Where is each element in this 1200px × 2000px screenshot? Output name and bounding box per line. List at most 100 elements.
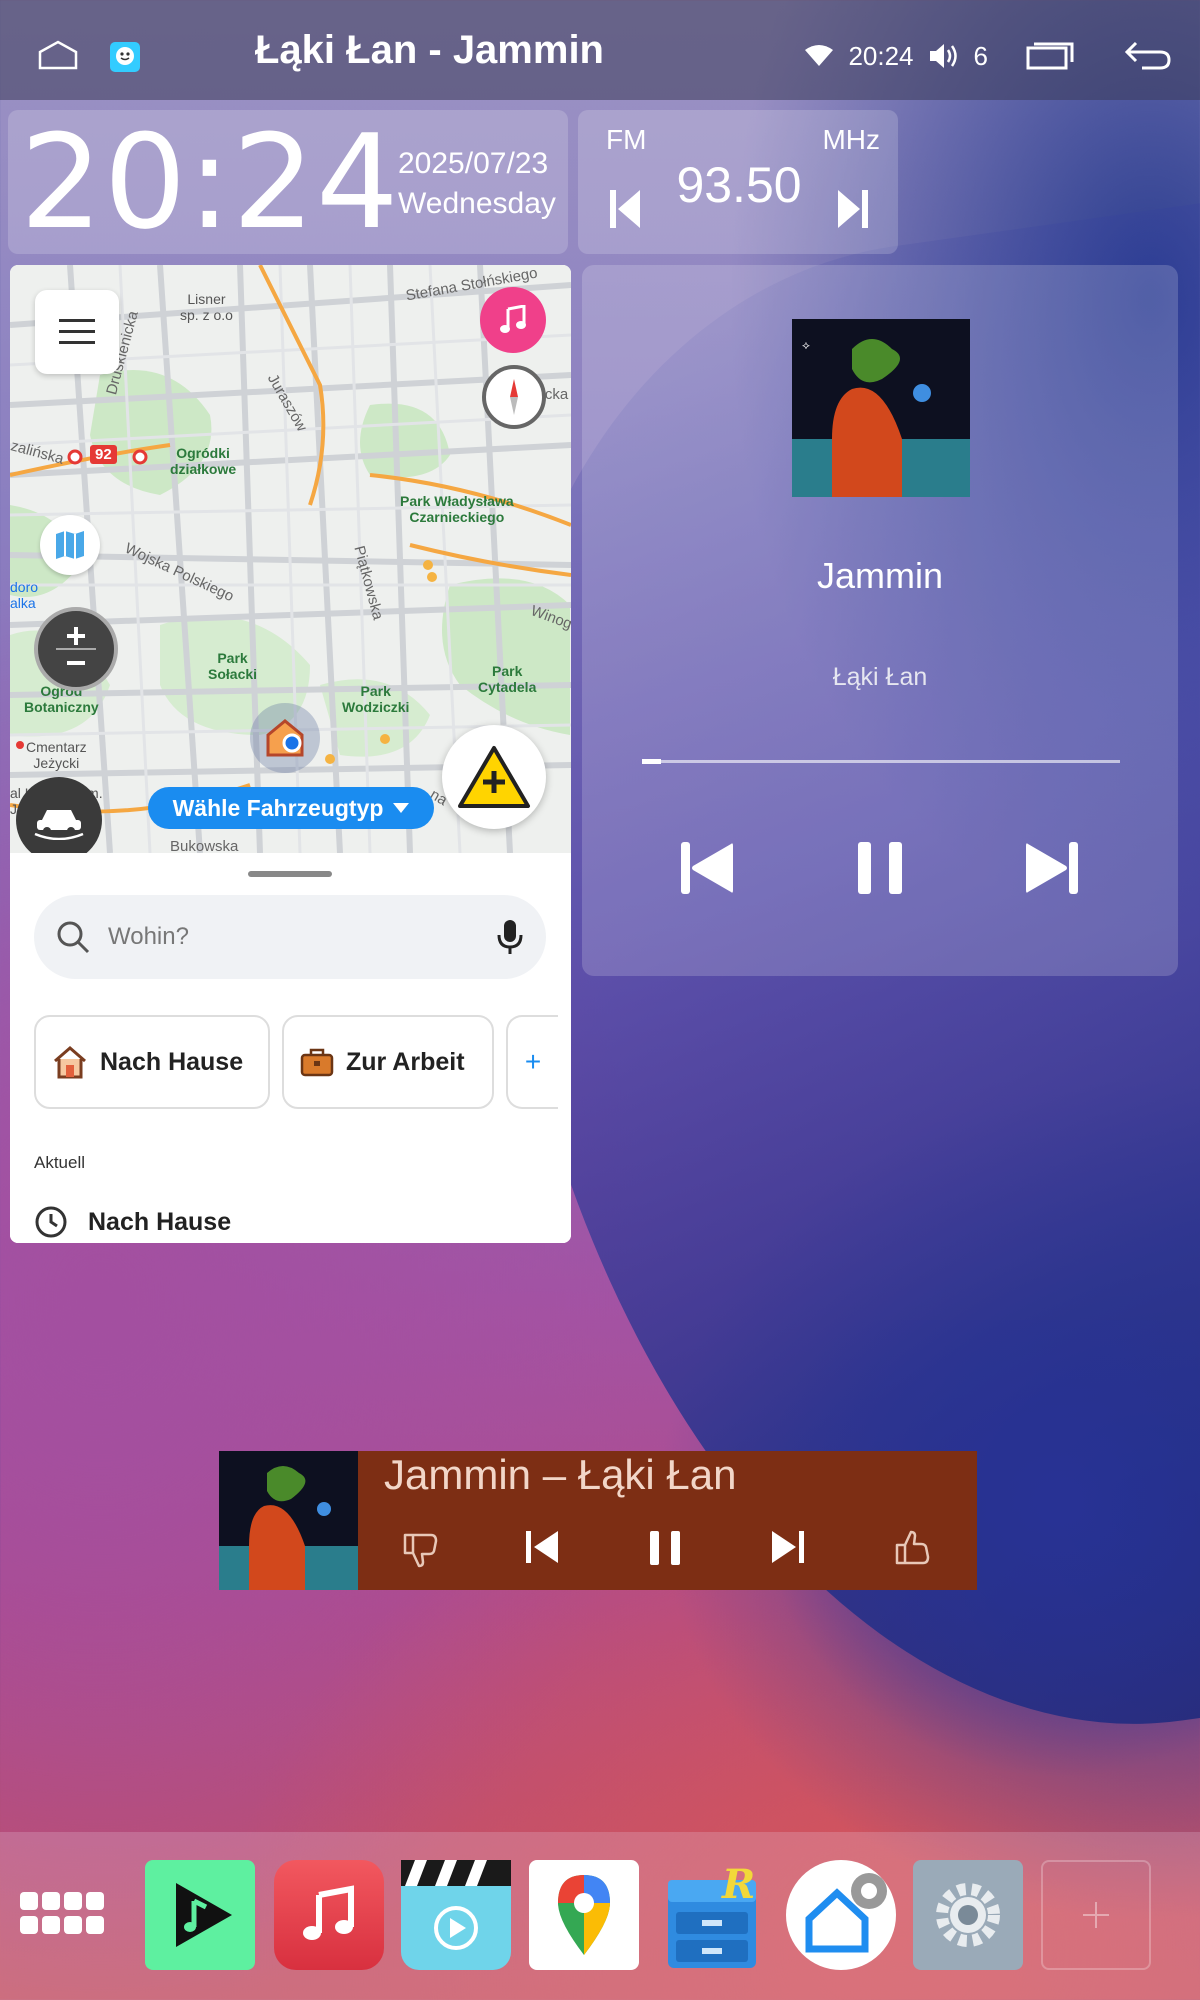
search-icon — [57, 921, 90, 954]
music-note-icon — [500, 305, 526, 333]
map-pin-icon — [558, 1875, 610, 1955]
house-icon — [54, 1046, 86, 1079]
home-icon[interactable] — [38, 40, 78, 70]
chip-add[interactable]: + — [506, 1015, 558, 1109]
svg-text:⟡: ⟡ — [802, 338, 810, 352]
song-title: Jammin — [816, 555, 944, 596]
video-player-app[interactable] — [401, 1860, 511, 1970]
shortcut-chips: Nach Hause Zur Arbeit + — [34, 1015, 558, 1109]
back-icon[interactable] — [1124, 41, 1172, 71]
radio-band: FM — [606, 124, 647, 155]
radio-unit: MHz — [822, 124, 880, 155]
recent-section-label: Aktuell — [34, 1153, 86, 1172]
clock-widget[interactable]: 20:24 2025/07/23 Wednesday — [8, 110, 568, 254]
now-playing-title: Łąki Łan - Jammin — [255, 28, 604, 72]
next-track-icon[interactable] — [1026, 840, 1080, 896]
sheet-handle[interactable] — [248, 871, 332, 877]
music-player-app[interactable] — [145, 1860, 255, 1970]
status-bar: Łąki Łan - Jammin 20:24 6 — [0, 0, 1200, 100]
progress-bar[interactable] — [642, 759, 1120, 764]
status-time: 20:24 — [848, 40, 914, 71]
zoom-control[interactable] — [34, 607, 118, 691]
radio-widget[interactable]: FM MHz 93.50 — [578, 110, 898, 254]
microphone-icon[interactable] — [496, 919, 524, 955]
radio-frequency: 93.50 — [676, 157, 802, 213]
compass-icon[interactable] — [482, 365, 546, 429]
plus-icon — [1083, 1902, 1109, 1928]
map-label-park-cytadela: Park Cytadela — [478, 663, 537, 695]
mini-album-cover — [219, 1451, 358, 1590]
report-hazard-button[interactable] — [442, 725, 546, 829]
waze-icon[interactable] — [110, 42, 140, 72]
chip-zur-arbeit[interactable]: Zur Arbeit — [282, 1015, 494, 1109]
recent-item[interactable]: Nach Hause — [34, 1205, 231, 1239]
mini-player[interactable]: Jammin – Łąki Łan — [219, 1451, 977, 1590]
clock-weekday: Wednesday — [398, 187, 556, 220]
volume-icon[interactable] — [928, 41, 960, 71]
car-icon — [34, 810, 84, 840]
settings-app[interactable] — [913, 1860, 1023, 1970]
radio-next-icon[interactable] — [838, 190, 868, 228]
file-cabinet-icon: R — [668, 1861, 756, 1968]
plus-icon: + — [524, 1046, 542, 1077]
chevron-down-icon — [393, 803, 410, 813]
clapperboard-icon — [401, 1860, 511, 1950]
mini-previous-icon[interactable] — [524, 1529, 560, 1565]
destination-sheet: Wohin? Nach Hause Zur Arbeit + Aktuell N… — [10, 853, 571, 1243]
pause-icon[interactable] — [854, 840, 906, 896]
map-label-ogrodki: Ogródki działkowe — [170, 445, 237, 477]
svg-text:R: R — [721, 1861, 755, 1908]
music-player-widget[interactable]: ⟡ Jammin Łąki Łan — [582, 265, 1178, 976]
volume-level: 6 — [973, 40, 988, 71]
player-controls — [582, 840, 1178, 910]
thumbs-up-icon[interactable] — [893, 1529, 933, 1569]
map-view[interactable]: Lisner sp. z o.o Stefana Stołńskiego Dru… — [10, 265, 571, 853]
waze-panel: Lisner sp. z o.o Stefana Stołńskiego Dru… — [10, 265, 571, 1243]
chip-nach-hause-label: Nach Hause — [100, 1047, 244, 1076]
map-label-cmentarz: Cmentarz Jeżycki — [26, 739, 87, 771]
music-note-icon — [303, 1885, 354, 1940]
chip-nach-hause[interactable]: Nach Hause — [34, 1015, 270, 1109]
mini-pause-icon[interactable] — [647, 1529, 683, 1567]
clock-date-block: 2025/07/23 Wednesday — [398, 144, 556, 224]
map-label-park-solacki: Park Sołacki — [208, 650, 258, 682]
radio-prev-icon[interactable] — [610, 190, 640, 228]
mini-next-icon[interactable] — [770, 1529, 806, 1565]
map-layers-button[interactable] — [40, 515, 100, 575]
apple-music-app[interactable] — [274, 1860, 384, 1970]
map-label-bukowska: Bukowska — [170, 838, 239, 854]
map-label-doro-alka: doro alka — [10, 579, 39, 611]
vehicle-type-label: Wähle Fahrzeugtyp — [172, 794, 384, 821]
root-explorer-app[interactable]: R — [657, 1860, 767, 1970]
google-maps-app[interactable] — [529, 1860, 639, 1970]
home-location-marker[interactable] — [250, 703, 320, 773]
clock-date: 2025/07/23 — [398, 147, 549, 180]
play-note-icon — [176, 1883, 232, 1947]
warning-plus-icon — [458, 746, 530, 808]
music-button[interactable] — [480, 287, 546, 353]
briefcase-icon — [300, 1048, 334, 1077]
wifi-icon — [805, 45, 834, 66]
add-app-slot[interactable] — [1041, 1860, 1151, 1970]
clock-icon — [35, 1206, 67, 1238]
search-bar[interactable]: Wohin? — [34, 895, 546, 979]
vehicle-type-selector[interactable]: Wähle Fahrzeugtyp — [148, 787, 434, 829]
hamburger-icon — [59, 319, 95, 344]
apps-grid-icon[interactable] — [20, 1892, 106, 1938]
route-92-badge: 92 — [90, 445, 117, 464]
thumbs-down-icon[interactable] — [401, 1529, 441, 1569]
recent-item-label: Nach Hause — [88, 1207, 232, 1236]
album-cover: ⟡ — [792, 319, 970, 497]
search-input[interactable]: Wohin? — [108, 923, 496, 951]
progress-fill — [642, 759, 662, 764]
map-label-lisner: Lisner sp. z o.o — [180, 291, 233, 323]
launcher-settings-app[interactable] — [786, 1860, 896, 1970]
clock-time: 20:24 — [20, 106, 400, 258]
car-view-button[interactable] — [16, 777, 102, 853]
previous-track-icon[interactable] — [679, 840, 733, 896]
mini-player-title: Jammin – Łąki Łan — [384, 1451, 737, 1498]
map-label-park-wladyslawa: Park Władysława Czarnieckiego — [400, 493, 514, 525]
recent-apps-icon[interactable] — [1026, 42, 1074, 70]
menu-button[interactable] — [35, 290, 119, 374]
map-label-park-wodziczki: Park Wodziczki — [342, 683, 410, 715]
